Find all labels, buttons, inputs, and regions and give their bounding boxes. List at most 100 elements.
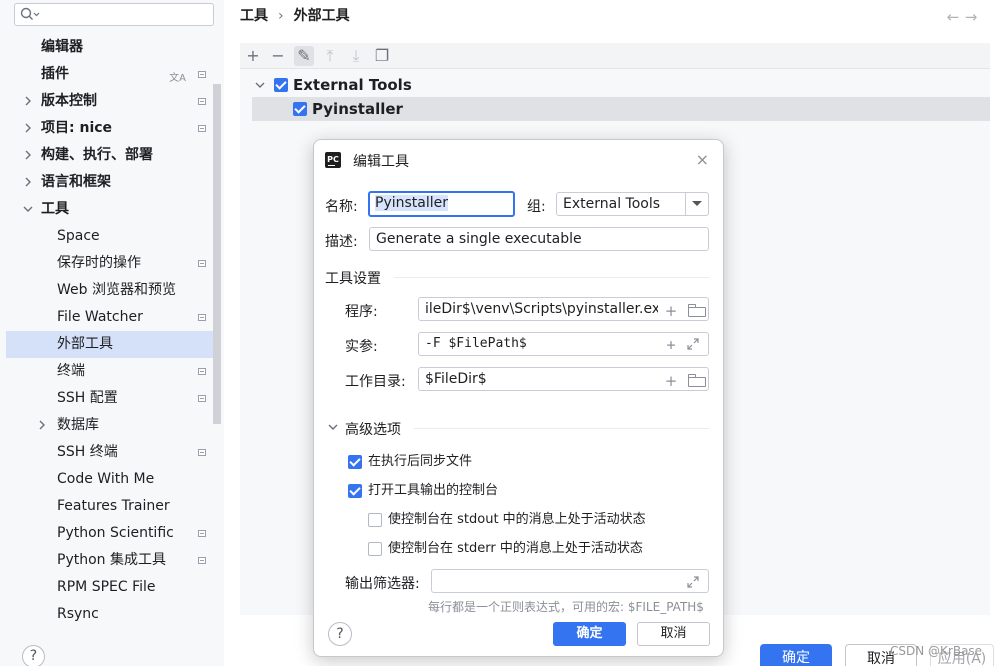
- search-icon: [20, 7, 40, 20]
- sidebar-item-label: 构建、执行、部署: [41, 147, 153, 163]
- group-select[interactable]: External Tools: [556, 192, 709, 216]
- sidebar-item[interactable]: SSH 终端: [6, 439, 216, 466]
- advanced-options-title[interactable]: 高级选项: [345, 419, 401, 439]
- folder-icon[interactable]: [684, 373, 706, 389]
- chevron-down-icon[interactable]: [692, 201, 702, 206]
- sidebar-item[interactable]: Features Trainer: [6, 493, 216, 520]
- sidebar-item[interactable]: Web 浏览器和预览: [6, 277, 216, 304]
- group-checkbox[interactable]: [274, 78, 288, 92]
- sidebar-item-label: Code With Me: [57, 471, 155, 487]
- insert-macro-icon[interactable]: +: [662, 303, 680, 319]
- description-label: 描述:: [325, 234, 358, 250]
- option-checkbox[interactable]: [348, 455, 362, 469]
- chevron-right-icon[interactable]: [22, 95, 34, 107]
- section-divider: [394, 277, 709, 278]
- close-icon[interactable]: ×: [696, 150, 709, 169]
- option-checkbox-row[interactable]: 使控制台在 stderr 中的消息上处于活动状态: [368, 539, 718, 559]
- option-checkbox[interactable]: [368, 542, 382, 556]
- tree-group-label: External Tools: [293, 76, 412, 94]
- sidebar-item[interactable]: 保存时的操作: [6, 250, 216, 277]
- output-filter-field[interactable]: [431, 569, 709, 593]
- chevron-right-icon[interactable]: [22, 149, 34, 161]
- tree-item-label: Pyinstaller: [312, 100, 403, 118]
- option-checkbox[interactable]: [348, 484, 362, 498]
- sidebar-item[interactable]: Code With Me: [6, 466, 216, 493]
- option-checkbox[interactable]: [368, 513, 382, 527]
- item-checkbox[interactable]: [293, 102, 307, 116]
- insert-macro-icon[interactable]: +: [662, 373, 680, 389]
- move-up-icon[interactable]: ⤒: [320, 46, 340, 66]
- sidebar-item[interactable]: 版本控制: [6, 88, 216, 115]
- sidebar-item[interactable]: RPM SPEC File: [6, 574, 216, 601]
- arguments-field[interactable]: -F $FilePath$ +: [418, 332, 709, 356]
- copy-icon[interactable]: ❐: [372, 46, 392, 66]
- sidebar-item-label: Web 浏览器和预览: [57, 282, 176, 298]
- sidebar-scrollbar[interactable]: [213, 84, 221, 424]
- chevron-down-icon[interactable]: [22, 203, 34, 215]
- working-directory-field[interactable]: $FileDir$ +: [418, 367, 709, 391]
- sidebar-item[interactable]: 终端: [6, 358, 216, 385]
- remove-icon[interactable]: −: [268, 46, 288, 66]
- dialog-cancel-button[interactable]: 取消: [637, 622, 710, 646]
- dialog-help-button[interactable]: ?: [328, 622, 352, 646]
- back-arrow-icon[interactable]: ←: [944, 8, 962, 26]
- chevron-down-icon[interactable]: [255, 80, 265, 90]
- chevron-right-icon[interactable]: [22, 122, 34, 134]
- project-settings-icon: [198, 530, 206, 537]
- description-field[interactable]: Generate a single executable: [369, 227, 709, 251]
- sidebar-item[interactable]: 编辑器: [6, 34, 216, 61]
- program-field[interactable]: ileDir$\venv\Scripts\pyinstaller.exe +: [418, 297, 709, 321]
- program-field-value: ileDir$\venv\Scripts\pyinstaller.exe: [425, 301, 669, 317]
- edit-tool-dialog: PC 编辑工具 × 名称: Pyinstaller 组: External To…: [313, 139, 724, 657]
- dialog-ok-button[interactable]: 确定: [553, 622, 626, 646]
- chevron-right-icon[interactable]: [22, 176, 34, 188]
- add-icon[interactable]: +: [243, 46, 263, 66]
- sidebar-item-label: RPM SPEC File: [57, 579, 156, 595]
- sidebar-item-label: Python 集成工具: [57, 552, 166, 568]
- expand-icon[interactable]: [684, 575, 702, 591]
- sidebar-item-label: 外部工具: [57, 336, 113, 352]
- sidebar-item[interactable]: 工具: [6, 196, 216, 223]
- sidebar-item[interactable]: 构建、执行、部署: [6, 142, 216, 169]
- sidebar-item[interactable]: 外部工具: [6, 331, 216, 358]
- move-down-icon[interactable]: ⤓: [346, 46, 366, 66]
- breadcrumb-parent[interactable]: 工具: [240, 8, 268, 24]
- option-checkbox-row[interactable]: 在执行后同步文件: [348, 452, 698, 472]
- help-button[interactable]: ?: [22, 645, 45, 666]
- project-settings-icon: [198, 260, 206, 267]
- settings-search-input[interactable]: [14, 3, 214, 26]
- expand-icon[interactable]: [684, 337, 702, 353]
- forward-arrow-icon[interactable]: →: [962, 8, 980, 26]
- chevron-down-icon[interactable]: [328, 422, 338, 432]
- sidebar-item[interactable]: Space: [6, 223, 216, 250]
- option-checkbox-row[interactable]: 打开工具输出的控制台: [348, 481, 698, 501]
- sidebar-item[interactable]: Rsync: [6, 601, 216, 628]
- insert-macro-icon[interactable]: +: [662, 337, 680, 353]
- group-select-value: External Tools: [563, 196, 661, 212]
- edit-icon[interactable]: ✎: [294, 46, 314, 66]
- settings-sidebar: 编辑器插件 文A 版本控制 项目: nice 构建、执行、部署语言和框架 工具 Space 保…: [0, 0, 224, 666]
- pycharm-logo-icon: PC: [325, 152, 341, 168]
- settings-ok-button[interactable]: 确定: [760, 644, 832, 666]
- name-field[interactable]: Pyinstaller: [368, 191, 515, 217]
- sidebar-item[interactable]: File Watcher: [6, 304, 216, 331]
- sidebar-item[interactable]: Python Scientific: [6, 520, 216, 547]
- tree-item-row[interactable]: Pyinstaller: [252, 97, 990, 121]
- sidebar-item[interactable]: 数据库: [6, 412, 216, 439]
- folder-icon[interactable]: [684, 303, 706, 319]
- breadcrumb-current: 外部工具: [293, 8, 350, 24]
- project-settings-icon: [198, 449, 206, 456]
- tree-group-row[interactable]: External Tools: [252, 73, 452, 97]
- sidebar-item-label: 插件: [41, 66, 69, 82]
- sidebar-item-label: 编辑器: [41, 39, 83, 55]
- sidebar-item[interactable]: Python 集成工具: [6, 547, 216, 574]
- option-checkbox-row[interactable]: 使控制台在 stdout 中的消息上处于活动状态: [368, 510, 718, 530]
- arguments-label: 实参:: [345, 339, 378, 355]
- sidebar-item[interactable]: 插件 文A: [6, 61, 216, 88]
- sidebar-item-label: Features Trainer: [57, 498, 170, 514]
- sidebar-item[interactable]: SSH 配置: [6, 385, 216, 412]
- chevron-right-icon[interactable]: [36, 419, 48, 431]
- output-filter-hint: 每行都是一个正则表达式，可用的宏: $FILE_PATH$: [428, 600, 704, 614]
- sidebar-item[interactable]: 语言和框架: [6, 169, 216, 196]
- sidebar-item[interactable]: 项目: nice: [6, 115, 216, 142]
